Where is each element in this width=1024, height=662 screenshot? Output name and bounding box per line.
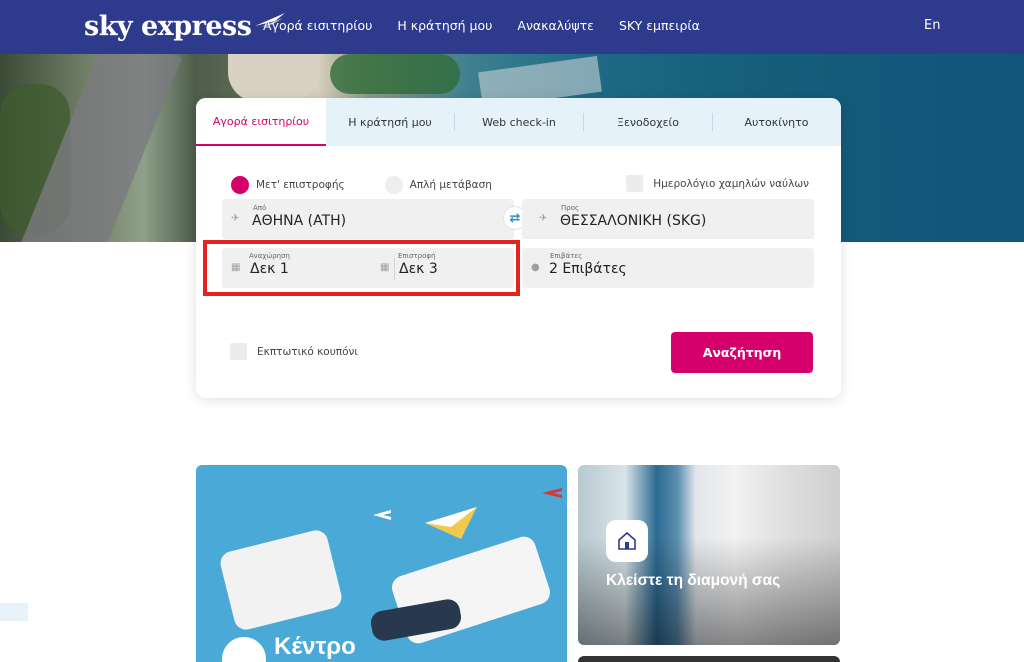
dates-highlight-box xyxy=(203,240,520,296)
nav-discover[interactable]: Ανακαλύψτε xyxy=(517,18,594,33)
coupon-option: Εκπτωτικό κουπόνι xyxy=(230,343,358,360)
tab-web-checkin[interactable]: Web check-in xyxy=(455,98,583,146)
person-icon: ● xyxy=(531,262,540,273)
plane-landing-icon: ✈ xyxy=(539,213,548,224)
fare-calendar-label[interactable]: Ημερολόγιο χαμηλών ναύλων xyxy=(653,178,809,190)
passengers-field[interactable]: ● Επιβάτες 2 Επιβάτες xyxy=(522,248,814,288)
nav-buy-ticket[interactable]: Αγορά εισιτηρίου xyxy=(263,18,372,33)
promo-card-next[interactable] xyxy=(578,656,840,662)
help-icon xyxy=(222,637,266,662)
passengers-label: Επιβάτες xyxy=(550,252,583,260)
language-switch[interactable]: En xyxy=(924,18,940,33)
main-menu: Αγορά εισιτηρίου Η κράτησή μου Ανακαλύψτ… xyxy=(263,18,700,33)
promo-right-title: Κλείστε τη διαμονή σας xyxy=(606,572,781,589)
passengers-value: 2 Επιβάτες xyxy=(549,261,627,277)
tab-buy-ticket[interactable]: Αγορά εισιτηρίου xyxy=(196,98,326,146)
tab-label: Ξενοδοχείο xyxy=(617,115,679,129)
side-widget-tab[interactable] xyxy=(0,603,28,621)
promo-card-hotel[interactable]: Κλείστε τη διαμονή σας xyxy=(578,465,840,645)
radio-one-way[interactable] xyxy=(384,176,403,194)
logo-text: sky express xyxy=(84,11,252,42)
to-value: ΘΕΣΣΑΛΟΝΙΚΗ (SKG) xyxy=(560,213,707,229)
trip-type-selector: Μετ' επιστροφής Απλή μετάβαση xyxy=(231,176,532,194)
top-navigation: sky express Αγορά εισιτηρίου Η κράτησή μ… xyxy=(0,0,1024,54)
tab-car[interactable]: Αυτοκίνητο xyxy=(713,98,840,146)
tab-label: Web check-in xyxy=(482,115,556,129)
woman-figure xyxy=(217,527,345,633)
nav-my-booking[interactable]: Η κράτησή μου xyxy=(397,18,492,33)
tab-label: Αυτοκίνητο xyxy=(744,115,809,129)
coupon-checkbox[interactable] xyxy=(230,343,247,360)
radio-round-trip[interactable] xyxy=(231,176,249,194)
tab-my-booking[interactable]: Η κράτησή μου xyxy=(326,98,454,146)
from-field[interactable]: ✈ Από ΑΘΗΝΑ (ATH) xyxy=(222,199,514,239)
coupon-label[interactable]: Εκπτωτικό κουπόνι xyxy=(257,346,358,358)
fare-calendar-option: Ημερολόγιο χαμηλών ναύλων xyxy=(626,175,809,192)
to-field[interactable]: ✈ Προς ΘΕΣΣΑΛΟΝΙΚΗ (SKG) xyxy=(522,199,814,239)
plane-takeoff-icon: ✈ xyxy=(231,213,240,224)
nav-sky-experience[interactable]: SKY εμπειρία xyxy=(619,18,700,33)
from-label: Από xyxy=(253,204,267,212)
booking-tabs: Αγορά εισιτηρίου Η κράτησή μου Web check… xyxy=(196,98,841,146)
round-trip-label[interactable]: Μετ' επιστροφής xyxy=(256,179,345,191)
small-plane-icon xyxy=(373,510,391,520)
search-button[interactable]: Αναζήτηση xyxy=(671,332,813,373)
paper-plane-icon xyxy=(425,507,477,539)
hero-park xyxy=(330,54,460,94)
tab-hotel[interactable]: Ξενοδοχείο xyxy=(584,98,712,146)
hero-white-tower xyxy=(228,54,320,102)
home-icon xyxy=(606,520,648,562)
tab-label: Αγορά εισιτηρίου xyxy=(212,114,310,128)
to-label: Προς xyxy=(561,204,580,212)
from-value: ΑΘΗΝΑ (ATH) xyxy=(252,213,347,229)
sky-express-logo[interactable]: sky express xyxy=(84,10,287,44)
promo-left-title: Κέντρο xyxy=(274,633,356,660)
red-plane-icon xyxy=(542,488,562,498)
fare-calendar-checkbox[interactable] xyxy=(626,175,644,192)
tab-label: Η κράτησή μου xyxy=(348,115,432,129)
one-way-label[interactable]: Απλή μετάβαση xyxy=(410,179,492,191)
promo-card-help-center[interactable]: Κέντρο xyxy=(196,465,567,662)
